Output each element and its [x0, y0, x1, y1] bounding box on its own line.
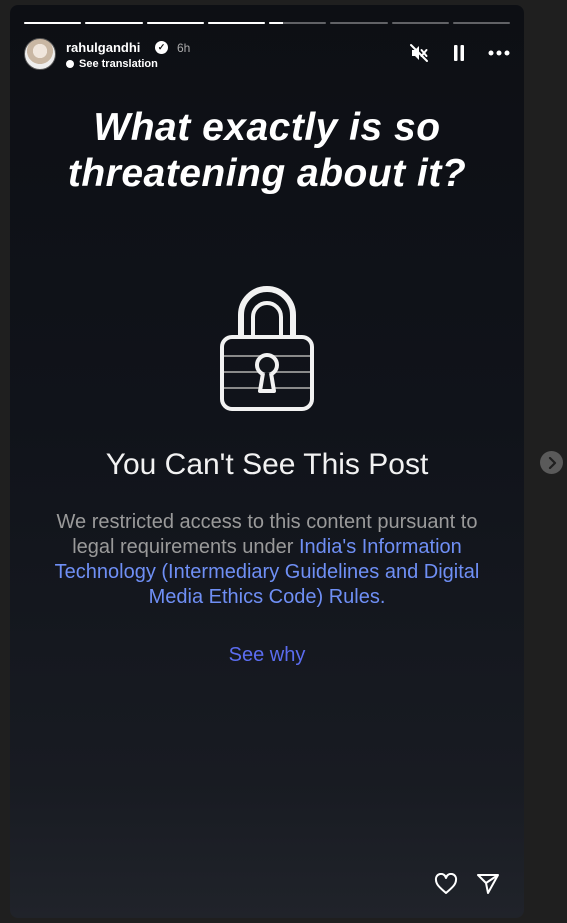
progress-segment [85, 22, 143, 24]
see-why-link[interactable]: See why [10, 644, 524, 667]
lock-icon [220, 286, 314, 411]
avatar[interactable] [24, 38, 56, 70]
story-viewer[interactable]: rahulgandhi ✓ 6h See translation What ex… [10, 5, 524, 918]
story-actions [434, 872, 500, 896]
progress-segment [146, 22, 204, 24]
send-icon[interactable] [476, 872, 500, 896]
progress-segment [391, 22, 449, 24]
progress-segment [269, 22, 327, 24]
progress-segment-fill [24, 22, 82, 24]
more-icon[interactable] [488, 42, 510, 64]
progress-segment-fill [269, 22, 284, 24]
story-progress-bar [24, 22, 510, 24]
see-translation-button[interactable]: See translation [66, 58, 158, 70]
story-headline: What exactly is so threatening about it? [10, 105, 524, 197]
headline-line-2: threatening about it? [67, 152, 467, 195]
see-translation-label: See translation [79, 58, 158, 70]
progress-segment-fill [85, 22, 143, 24]
mute-icon[interactable] [408, 42, 430, 64]
verified-badge-icon: ✓ [155, 41, 168, 54]
progress-segment [207, 22, 265, 24]
globe-icon [66, 60, 74, 68]
heart-icon[interactable] [434, 872, 458, 896]
progress-segment [24, 22, 82, 24]
chevron-right-icon[interactable] [540, 451, 563, 474]
blocked-post-title: You Can't See This Post [105, 448, 429, 481]
progress-segment-fill [207, 22, 265, 24]
progress-segment [452, 22, 510, 24]
username-link[interactable]: rahulgandhi [66, 40, 140, 55]
post-time: 6h [177, 41, 191, 55]
progress-segment-fill [146, 22, 204, 24]
restriction-message: We restricted access to this content pur… [38, 510, 496, 610]
story-header: rahulgandhi ✓ 6h See translation [24, 38, 510, 74]
story-controls [408, 42, 510, 64]
headline-line-1: What exactly is so [93, 106, 441, 149]
pause-icon[interactable] [448, 42, 470, 64]
progress-segment [330, 22, 388, 24]
